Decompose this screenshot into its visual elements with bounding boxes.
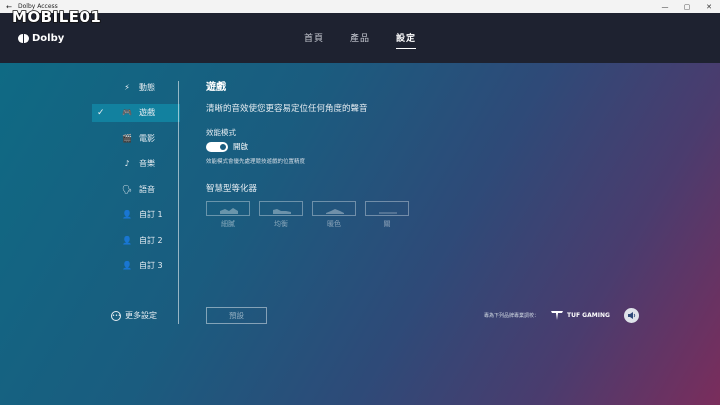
performance-mode-toggle[interactable] — [206, 141, 228, 152]
sidebar-item-label: 電影 — [139, 133, 155, 143]
speaking-person-icon: 🗣 — [121, 184, 133, 194]
sidebar-item-custom-2[interactable]: 👤 自訂 2 — [92, 231, 180, 249]
check-icon: ✓ — [97, 107, 105, 118]
sidebar-item-movie[interactable]: 🎬 電影 — [92, 129, 180, 147]
watermark: MOBILE01 — [11, 7, 102, 27]
reset-button[interactable]: 預設 — [206, 307, 267, 324]
sidebar-divider — [178, 81, 179, 324]
performance-mode-row: 開啟 — [206, 141, 686, 152]
partner-name: TUF GAMING — [567, 312, 610, 319]
gamepad-icon: 🎮 — [122, 108, 132, 117]
sidebar-item-dynamic[interactable]: ⚡ 動態 — [92, 78, 180, 96]
person-icon: 👤 — [122, 210, 132, 219]
sidebar-item-custom-1[interactable]: 👤 自訂 1 — [92, 206, 180, 224]
tuned-for-text: 專為下列品牌專業調校： — [484, 313, 540, 319]
sidebar-item-label: 自訂 1 — [139, 210, 163, 219]
close-button[interactable]: ✕ — [698, 3, 720, 11]
tuf-logo-icon — [551, 311, 564, 320]
eq-preset-label: 關 — [383, 220, 391, 228]
tab-products[interactable]: 產品 — [350, 31, 370, 49]
sidebar-item-custom-3[interactable]: 👤 自訂 3 — [92, 257, 180, 275]
maximize-button[interactable]: ▢ — [676, 3, 698, 11]
title-bar: ← Dolby Access — ▢ ✕ — [0, 0, 720, 13]
eq-presets: 細膩 均衡 暖色 關 — [206, 201, 686, 229]
speaker-icon — [627, 312, 636, 319]
more-dots-icon: ••• — [111, 310, 121, 321]
toggle-state-label: 開啟 — [233, 142, 248, 151]
sidebar-item-game[interactable]: ✓ 🎮 遊戲 — [92, 103, 180, 122]
eq-preset-balanced[interactable]: 均衡 — [259, 201, 303, 229]
tuned-for-brand: 專為下列品牌專業調校： TUF GAMING — [484, 308, 639, 323]
sidebar-item-label: 遊戲 — [139, 108, 155, 117]
sidebar-item-label: 語音 — [139, 184, 155, 194]
person-icon: 👤 — [122, 235, 132, 245]
eq-preset-off[interactable]: 關 — [365, 201, 409, 229]
person-icon: 👤 — [122, 261, 132, 270]
sidebar-item-label: 音樂 — [139, 159, 155, 168]
speaker-button[interactable] — [623, 308, 639, 323]
page-title: 遊戲 — [206, 82, 226, 93]
app-header: Dolby 首頁 產品 設定 — [0, 13, 720, 63]
clapper-icon: 🎬 — [122, 133, 132, 143]
eq-detailed-icon — [220, 208, 238, 214]
performance-mode-label: 效能模式 — [206, 128, 236, 137]
eq-heading: 智慧型等化器 — [206, 184, 258, 194]
main-area: ⚡ 動態 ✓ 🎮 遊戲 🎬 電影 ♪ 音樂 🗣 語音 👤 自訂 1 👤 自訂 2 — [0, 63, 720, 405]
eq-preset-detailed[interactable]: 細膩 — [206, 201, 250, 229]
top-nav: 首頁 產品 設定 — [0, 31, 720, 49]
profile-content: 遊戲 清晰的音效使您更容易定位任何角度的聲音 效能模式 開啟 效能模式會優先處理… — [206, 78, 686, 229]
profile-description: 清晰的音效使您更容易定位任何角度的聲音 — [206, 104, 368, 114]
minimize-button[interactable]: — — [654, 3, 676, 11]
sidebar-item-label: 自訂 2 — [139, 235, 163, 245]
sidebar-item-label: 自訂 3 — [139, 261, 163, 270]
more-settings-link[interactable]: ••• 更多設定 — [111, 310, 157, 321]
eq-preset-label: 均衡 — [274, 220, 288, 228]
performance-mode-note: 效能模式會優先處理競技遊戲的位置精度 — [206, 159, 306, 165]
tuf-gaming-logo: TUF GAMING — [551, 311, 610, 320]
sidebar-item-voice[interactable]: 🗣 語音 — [92, 180, 180, 198]
tab-home[interactable]: 首頁 — [304, 31, 324, 49]
lightning-icon: ⚡ — [124, 82, 130, 92]
sidebar-item-label: 動態 — [139, 82, 155, 92]
more-settings-label: 更多設定 — [125, 311, 157, 320]
sidebar-item-music[interactable]: ♪ 音樂 — [92, 155, 180, 173]
music-note-icon: ♪ — [124, 159, 130, 168]
eq-off-icon — [379, 212, 397, 214]
eq-preset-label: 細膩 — [221, 220, 235, 228]
eq-preset-warm[interactable]: 暖色 — [312, 201, 356, 229]
window-title: Dolby Access — [18, 3, 58, 10]
eq-preset-label: 暖色 — [327, 220, 341, 228]
profile-sidebar: ⚡ 動態 ✓ 🎮 遊戲 🎬 電影 ♪ 音樂 🗣 語音 👤 自訂 1 👤 自訂 2 — [92, 78, 180, 282]
tab-settings[interactable]: 設定 — [396, 31, 417, 49]
eq-balanced-icon — [273, 209, 291, 214]
eq-warm-icon — [326, 209, 344, 214]
